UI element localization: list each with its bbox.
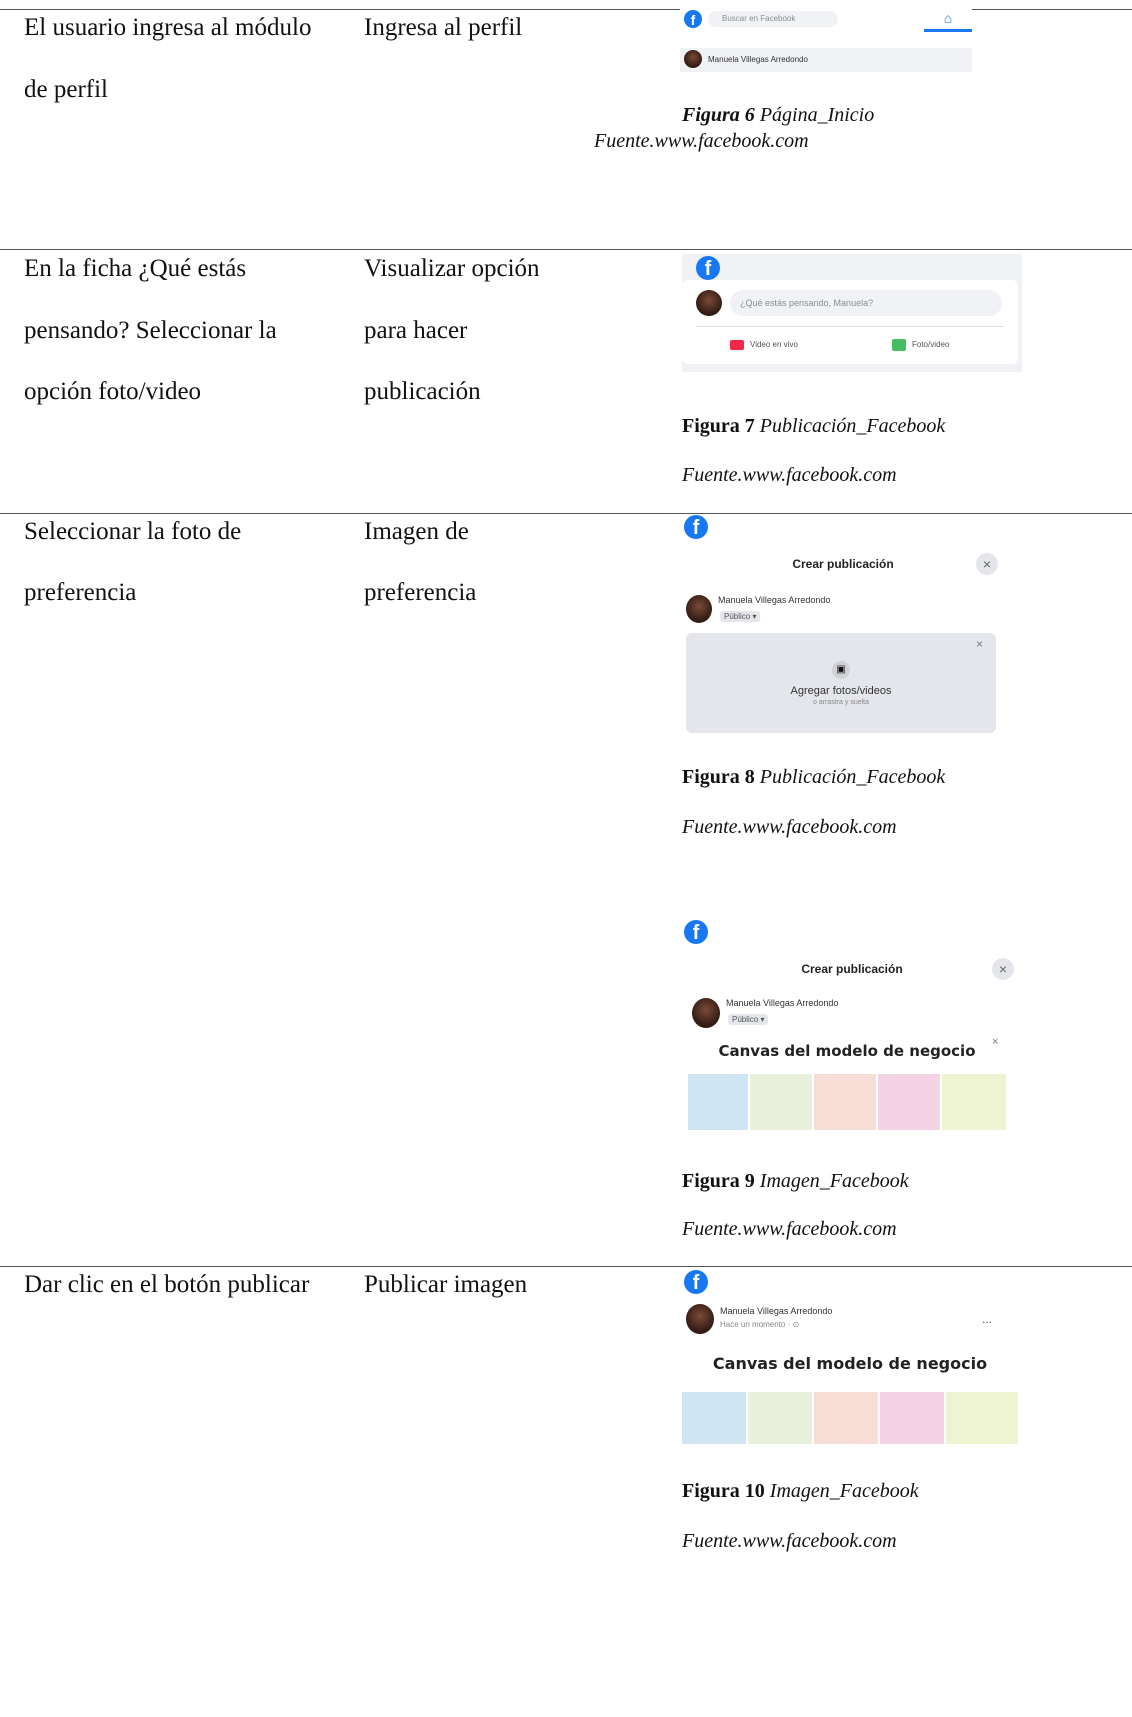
row1-action-line2: de perfil — [24, 76, 108, 103]
dialog-header: Crear publicación — [801, 962, 903, 976]
close-icon[interactable]: × — [976, 553, 998, 575]
close-icon[interactable]: × — [976, 637, 983, 651]
remove-image-icon[interactable]: × — [992, 1036, 998, 1048]
row3-result-line2: preferencia — [364, 579, 477, 606]
home-icon[interactable]: ⌂ — [924, 10, 972, 32]
figure7-source: Fuente.www.facebook.com — [682, 464, 897, 486]
row3-result-line1: Imagen de — [364, 518, 469, 545]
screenshot-create-post-with-image: f Crear publicación × Manuela Villegas A… — [682, 918, 1022, 1130]
row2-action-line1: En la ficha ¿Qué estás — [24, 255, 247, 282]
figure8-source: Fuente.www.facebook.com — [682, 816, 897, 838]
canvas-tiles — [688, 1074, 1006, 1130]
attached-image: Canvas del modelo de negocio × — [688, 1036, 1006, 1130]
avatar — [696, 290, 722, 316]
screenshot-create-post: f Crear publicación × Manuela Villegas A… — [682, 515, 1004, 737]
row3-action-line2: preferencia — [24, 579, 137, 606]
live-video-button[interactable]: Video en vivo — [730, 334, 830, 356]
post-time: Hace un momento · ⊙ — [720, 1320, 800, 1329]
privacy-selector[interactable]: Público ▾ — [728, 1014, 769, 1025]
avatar — [686, 595, 712, 623]
live-video-label: Video en vivo — [750, 340, 798, 349]
figure9-source: Fuente.www.facebook.com — [682, 1218, 897, 1240]
profile-row[interactable]: Manuela Villegas Arredondo — [680, 48, 972, 72]
facebook-logo-icon: f — [684, 515, 708, 539]
poster-name: Manuela Villegas Arredondo — [720, 1306, 833, 1316]
figure9-caption: Figura 9 Imagen_Facebook — [682, 1170, 909, 1192]
search-placeholder: Buscar en Facebook — [722, 14, 796, 23]
add-photos-label: Agregar fotos/videos — [790, 685, 892, 697]
row4-action-line1: Dar clic en el botón publicar — [24, 1271, 310, 1298]
add-photos-area[interactable]: ▣ Agregar fotos/videos o arrastra y suel… — [686, 633, 996, 733]
photo-video-button[interactable]: Foto/video — [892, 334, 992, 356]
figure8-caption: Figura 8 Publicación_Facebook — [682, 766, 946, 788]
posted-image: Canvas del modelo de negocio — [682, 1348, 1018, 1444]
row1-result-line1: Ingresa al perfil — [364, 14, 523, 41]
row2-action-line2: pensando? Seleccionar la — [24, 317, 277, 344]
avatar — [686, 1304, 714, 1334]
photo-video-icon — [892, 339, 906, 351]
row1-action-line1: El usuario ingresa al módulo — [24, 14, 312, 41]
poster-name: Manuela Villegas Arredondo — [718, 595, 831, 605]
figure6-source: Fuente.www.facebook.com — [594, 130, 809, 152]
dialog-header: Crear publicación — [792, 557, 894, 571]
canvas-title: Canvas del modelo de negocio — [712, 1354, 988, 1373]
privacy-selector[interactable]: Público ▾ — [720, 611, 761, 622]
row2-result-line2: para hacer — [364, 317, 468, 344]
profile-name: Manuela Villegas Arredondo — [708, 55, 808, 64]
figure7-caption: Figura 7 Publicación_Facebook — [682, 415, 946, 437]
figure10-source: Fuente.www.facebook.com — [682, 1530, 897, 1552]
row2-result-line1: Visualizar opción — [364, 255, 540, 282]
live-video-icon — [730, 340, 744, 350]
drag-hint: o arrastra y suelta — [812, 699, 870, 706]
screenshot-home: f Buscar en Facebook ⌂ Manuela Villegas … — [680, 8, 972, 72]
facebook-logo-icon: f — [684, 1270, 708, 1294]
row2-result-line3: publicación — [364, 378, 481, 405]
row3-action-line1: Seleccionar la foto de — [24, 518, 242, 545]
avatar — [692, 998, 720, 1028]
screenshot-composer: f ¿Qué estás pensando, Manuela? Video en… — [682, 254, 1022, 372]
figure6-caption: Figura 6 Página_Inicio — [682, 104, 875, 126]
photo-video-label: Foto/video — [912, 340, 950, 349]
poster-name: Manuela Villegas Arredondo — [726, 998, 839, 1008]
table-rule — [0, 249, 1132, 250]
composer-prompt: ¿Qué estás pensando, Manuela? — [740, 298, 874, 308]
table-rule — [0, 513, 1132, 514]
row2-action-line3: opción foto/video — [24, 378, 202, 405]
whats-on-your-mind-input[interactable]: ¿Qué estás pensando, Manuela? — [730, 290, 1002, 316]
more-options-icon[interactable]: ... — [982, 1312, 992, 1326]
row4-result-line1: Publicar imagen — [364, 1271, 528, 1298]
avatar — [684, 50, 702, 68]
close-icon[interactable]: × — [992, 958, 1014, 980]
table-rule — [0, 1266, 1132, 1267]
facebook-logo-icon: f — [684, 10, 702, 28]
facebook-logo-icon: f — [684, 920, 708, 944]
canvas-title: Canvas del modelo de negocio — [718, 1042, 976, 1060]
composer-card: ¿Qué estás pensando, Manuela? Video en v… — [682, 280, 1018, 364]
canvas-tiles — [682, 1392, 1018, 1444]
figure10-caption: Figura 10 Imagen_Facebook — [682, 1480, 919, 1502]
facebook-logo-icon: f — [696, 256, 720, 280]
screenshot-published-post: f Manuela Villegas Arredondo Hace un mom… — [682, 1268, 1018, 1444]
search-input[interactable]: Buscar en Facebook — [708, 11, 838, 27]
add-photo-icon: ▣ — [832, 661, 850, 679]
